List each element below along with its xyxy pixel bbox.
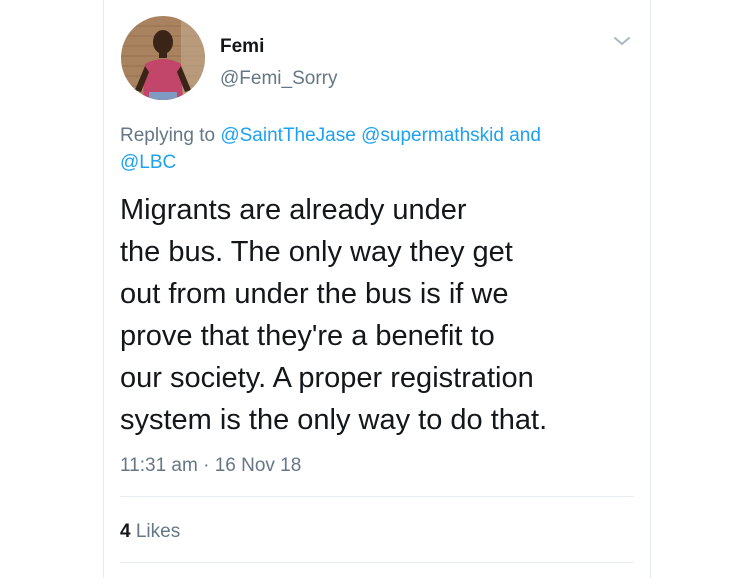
tweet-text: Migrants are already under the bus. The … — [120, 189, 640, 441]
tweet-text-line: prove that they're a benefit to — [120, 320, 495, 352]
reply-and: and — [509, 125, 541, 146]
reply-user-link[interactable]: @supermathskid — [361, 125, 504, 146]
chevron-down-icon[interactable] — [612, 34, 632, 48]
author-name[interactable]: Femi — [220, 36, 264, 58]
author-handle[interactable]: @Femi_Sorry — [220, 68, 337, 90]
tweet-text-line: system is the only way to do that. — [120, 404, 548, 436]
reply-user-link[interactable]: @LBC — [120, 152, 176, 173]
divider — [120, 496, 634, 497]
tweet-text-line: out from under the bus is if we — [120, 278, 509, 310]
likes-count[interactable]: 4 Likes — [120, 521, 180, 543]
avatar[interactable] — [121, 16, 205, 100]
avatar-photo — [121, 16, 205, 100]
divider — [120, 562, 634, 563]
tweet-text-line: the bus. The only way they get — [120, 236, 513, 268]
tweet-timestamp[interactable]: 11:31 am · 16 Nov 18 — [120, 455, 301, 477]
tweet-text-line: Migrants are already under — [120, 194, 467, 226]
tweet-card: Femi @Femi_Sorry Replying to @SaintTheJa… — [103, 0, 651, 578]
likes-number: 4 — [120, 521, 131, 542]
reply-user-link[interactable]: @SaintTheJase — [220, 125, 355, 146]
tweet-text-line: our society. A proper registration — [120, 362, 534, 394]
likes-label: Likes — [135, 521, 181, 542]
replying-prefix: Replying to — [120, 125, 216, 146]
replying-to: Replying to @SaintTheJase @supermathskid… — [120, 122, 632, 176]
